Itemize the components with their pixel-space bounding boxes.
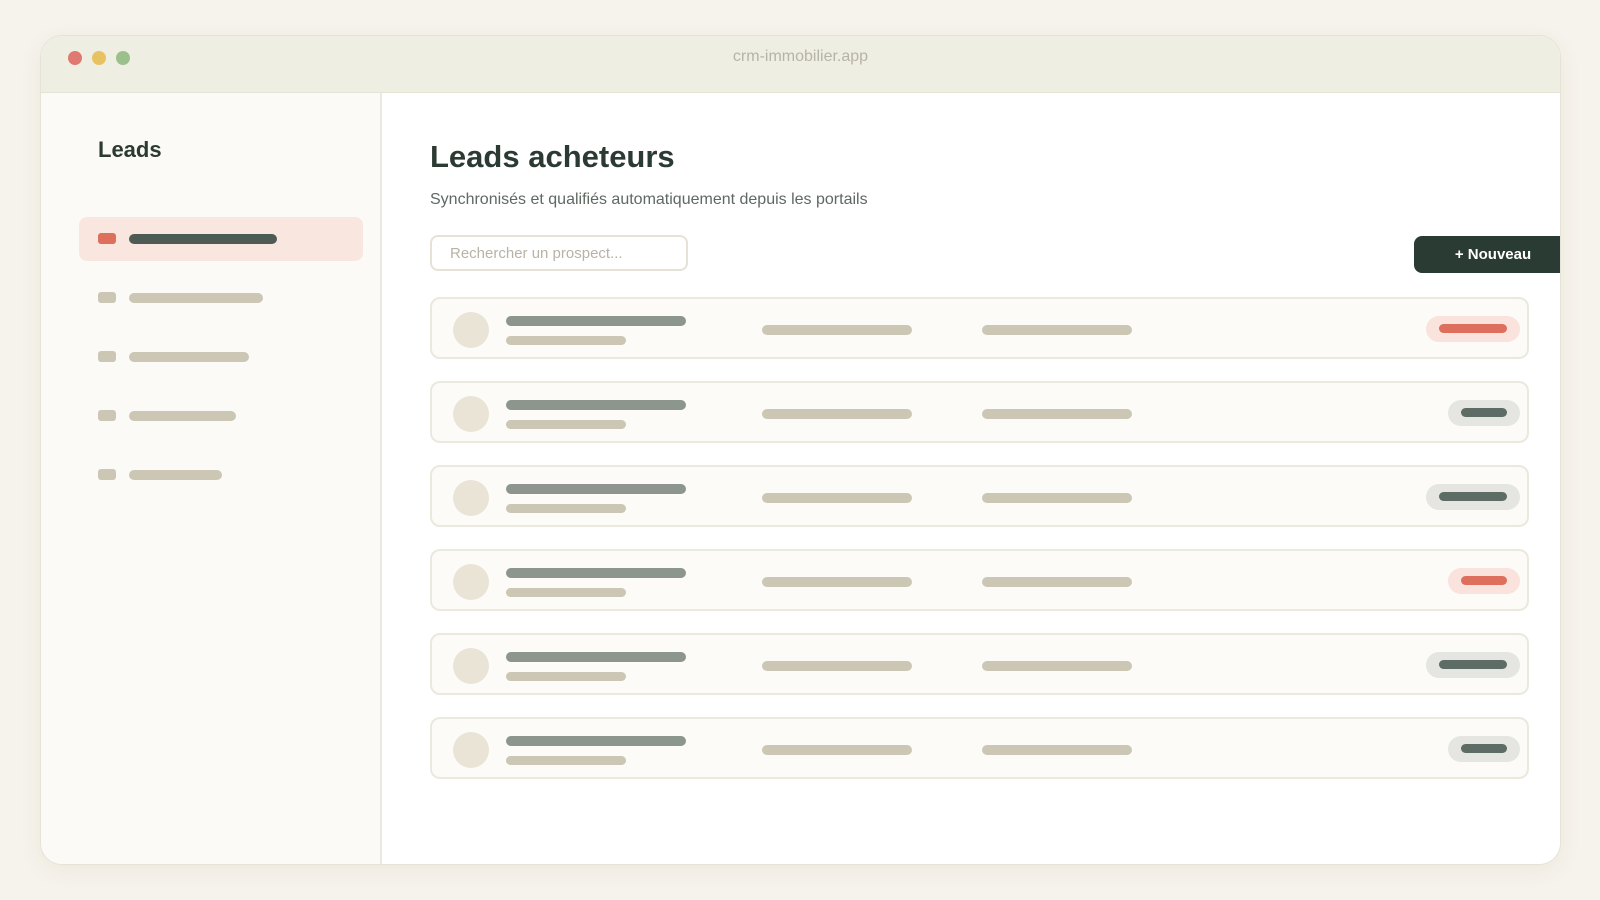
sidebar-item-icon: [98, 410, 116, 421]
lead-detail-placeholder: [506, 672, 626, 681]
lead-column-placeholder: [982, 745, 1132, 755]
sidebar-item-2[interactable]: [79, 276, 363, 320]
search-input[interactable]: [430, 235, 688, 271]
lead-column-placeholder: [762, 661, 912, 671]
lead-detail-placeholder: [506, 336, 626, 345]
sidebar-item-label-placeholder: [129, 352, 249, 362]
sidebar-item-icon: [98, 292, 116, 303]
lead-row[interactable]: [430, 297, 1529, 359]
sidebar-item-icon: [98, 233, 116, 244]
sidebar-item-1[interactable]: [79, 217, 363, 261]
avatar: [453, 648, 489, 684]
sidebar-item-label-placeholder: [129, 470, 222, 480]
page-subtitle: Synchronisés et qualifiés automatiquemen…: [430, 191, 868, 208]
lead-column-placeholder: [762, 325, 912, 335]
page-title: Leads acheteurs: [430, 139, 675, 174]
sidebar-title: Leads: [98, 137, 162, 162]
status-badge: [1448, 400, 1520, 426]
lead-row[interactable]: [430, 465, 1529, 527]
main-content: Leads acheteurs Synchronisés et qualifié…: [382, 93, 1560, 864]
sidebar-item-5[interactable]: [79, 453, 363, 497]
lead-column-placeholder: [982, 325, 1132, 335]
lead-name-placeholder: [506, 316, 686, 326]
sidebar-item-label-placeholder: [129, 411, 236, 421]
lead-column-placeholder: [762, 493, 912, 503]
lead-row[interactable]: [430, 633, 1529, 695]
lead-column-placeholder: [762, 577, 912, 587]
app-window: crm-immobilier.app Leads Leads acheteurs…: [40, 35, 1561, 865]
sidebar-item-label-placeholder: [129, 293, 263, 303]
lead-name-placeholder: [506, 484, 686, 494]
sidebar-item-label-placeholder: [129, 234, 277, 244]
status-badge: [1448, 736, 1520, 762]
lead-row[interactable]: [430, 381, 1529, 443]
lead-name-placeholder: [506, 736, 686, 746]
status-badge: [1426, 484, 1520, 510]
lead-row[interactable]: [430, 549, 1529, 611]
lead-column-placeholder: [982, 577, 1132, 587]
lead-detail-placeholder: [506, 504, 626, 513]
avatar: [453, 312, 489, 348]
lead-detail-placeholder: [506, 588, 626, 597]
sidebar-item-3[interactable]: [79, 335, 363, 379]
lead-detail-placeholder: [506, 756, 626, 765]
window-url: crm-immobilier.app: [732, 48, 869, 65]
lead-column-placeholder: [982, 409, 1132, 419]
sidebar-item-4[interactable]: [79, 394, 363, 438]
sidebar-item-icon: [98, 469, 116, 480]
status-badge: [1448, 568, 1520, 594]
lead-row[interactable]: [430, 717, 1529, 779]
lead-column-placeholder: [762, 745, 912, 755]
lead-name-placeholder: [506, 568, 686, 578]
sidebar-item-icon: [98, 351, 116, 362]
lead-detail-placeholder: [506, 420, 626, 429]
lead-name-placeholder: [506, 652, 686, 662]
avatar: [453, 732, 489, 768]
sidebar: Leads: [41, 93, 382, 864]
avatar: [453, 396, 489, 432]
lead-column-placeholder: [982, 661, 1132, 671]
lead-column-placeholder: [762, 409, 912, 419]
title-bar: crm-immobilier.app: [41, 36, 1560, 93]
status-badge: [1426, 316, 1520, 342]
status-badge: [1426, 652, 1520, 678]
lead-name-placeholder: [506, 400, 686, 410]
new-lead-button[interactable]: + Nouveau: [1414, 236, 1560, 273]
avatar: [453, 480, 489, 516]
avatar: [453, 564, 489, 600]
lead-column-placeholder: [982, 493, 1132, 503]
